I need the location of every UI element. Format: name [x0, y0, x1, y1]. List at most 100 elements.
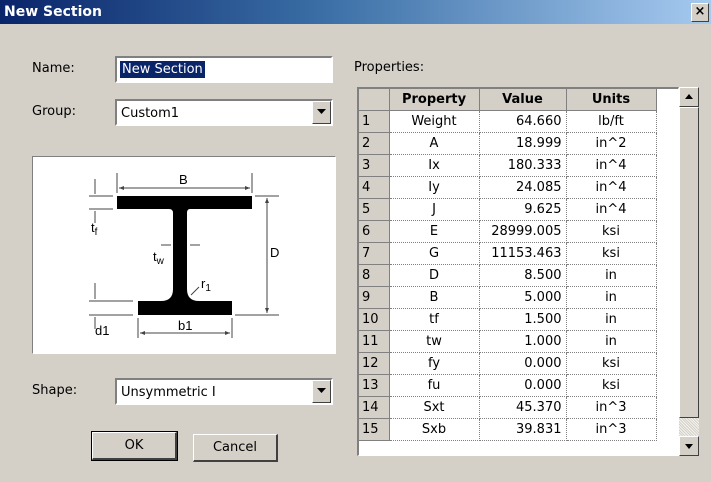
i-section-shape: [117, 196, 252, 315]
property-cell[interactable]: B: [389, 286, 480, 309]
table-row[interactable]: 3 Ix 180.333 in^4: [359, 154, 657, 177]
table-row[interactable]: 4 Iy 24.085 in^4: [359, 176, 657, 199]
units-cell[interactable]: ksi: [566, 352, 657, 375]
ok-button[interactable]: OK: [91, 431, 178, 461]
properties-label: Properties:: [354, 60, 425, 75]
scroll-thumb[interactable]: [679, 107, 699, 418]
row-number: 15: [359, 418, 390, 441]
name-input[interactable]: New Section: [115, 56, 333, 83]
chevron-down-icon: [317, 109, 326, 114]
value-cell[interactable]: 64.660: [479, 110, 567, 133]
units-cell[interactable]: in: [566, 286, 657, 309]
group-label: Group:: [32, 104, 76, 119]
units-cell[interactable]: in^2: [566, 132, 657, 155]
group-dropdown-button[interactable]: [312, 101, 331, 124]
row-number: 10: [359, 308, 390, 331]
value-cell[interactable]: 8.500: [479, 264, 567, 287]
dim-b1-label: b1: [178, 318, 192, 333]
table-row[interactable]: 10 tf 1.500 in: [359, 308, 657, 331]
row-number: 11: [359, 330, 390, 353]
table-row[interactable]: 9 B 5.000 in: [359, 286, 657, 309]
value-cell[interactable]: 5.000: [479, 286, 567, 309]
property-cell[interactable]: A: [389, 132, 480, 155]
table-row[interactable]: 1 Weight 64.660 lb/ft: [359, 110, 657, 133]
row-number: 12: [359, 352, 390, 375]
arrow-up-icon: [685, 94, 693, 99]
value-cell[interactable]: 0.000: [479, 352, 567, 375]
property-cell[interactable]: Ix: [389, 154, 480, 177]
property-cell[interactable]: fu: [389, 374, 480, 397]
property-cell[interactable]: fy: [389, 352, 480, 375]
row-number: 13: [359, 374, 390, 397]
units-cell[interactable]: lb/ft: [566, 110, 657, 133]
property-cell[interactable]: tw: [389, 330, 480, 353]
table-row[interactable]: 12 fy 0.000 ksi: [359, 352, 657, 375]
group-select[interactable]: Custom1: [115, 99, 333, 126]
units-cell[interactable]: in: [566, 308, 657, 331]
name-label: Name:: [32, 61, 75, 76]
scroll-down-button[interactable]: [679, 436, 699, 456]
value-cell[interactable]: 28999.005: [479, 220, 567, 243]
property-cell[interactable]: Sxt: [389, 396, 480, 419]
value-cell[interactable]: 1.000: [479, 330, 567, 353]
value-cell[interactable]: 9.625: [479, 198, 567, 221]
title-bar: New Section ×: [0, 0, 711, 24]
shape-dropdown-button[interactable]: [312, 380, 331, 403]
value-cell[interactable]: 39.831: [479, 418, 567, 441]
units-cell[interactable]: in^4: [566, 198, 657, 221]
value-cell[interactable]: 24.085: [479, 176, 567, 199]
table-row[interactable]: 15 Sxb 39.831 in^3: [359, 418, 657, 441]
dim-tw-label: tw: [153, 249, 165, 267]
value-cell[interactable]: 180.333: [479, 154, 567, 177]
arrow-down-icon: [685, 444, 693, 449]
properties-scrollbar[interactable]: [679, 87, 699, 456]
col-header-units[interactable]: Units: [566, 89, 657, 111]
shape-select[interactable]: Unsymmetric I: [115, 378, 333, 405]
value-cell[interactable]: 1.500: [479, 308, 567, 331]
table-row[interactable]: 5 J 9.625 in^4: [359, 198, 657, 221]
section-diagram: B tf D tw r1 d1 b1: [32, 156, 336, 354]
value-cell[interactable]: 45.370: [479, 396, 567, 419]
dim-b-label: B: [179, 172, 188, 187]
units-cell[interactable]: ksi: [566, 242, 657, 265]
table-row[interactable]: 13 fu 0.000 ksi: [359, 374, 657, 397]
units-cell[interactable]: in^4: [566, 176, 657, 199]
property-cell[interactable]: Weight: [389, 110, 480, 133]
units-cell[interactable]: in: [566, 330, 657, 353]
property-cell[interactable]: G: [389, 242, 480, 265]
units-cell[interactable]: in^3: [566, 396, 657, 419]
units-cell[interactable]: in^4: [566, 154, 657, 177]
value-cell[interactable]: 18.999: [479, 132, 567, 155]
units-cell[interactable]: in^3: [566, 418, 657, 441]
property-cell[interactable]: E: [389, 220, 480, 243]
row-number: 4: [359, 176, 390, 199]
table-row[interactable]: 14 Sxt 45.370 in^3: [359, 396, 657, 419]
col-header-property[interactable]: Property: [389, 89, 480, 111]
scroll-up-button[interactable]: [679, 87, 699, 107]
units-cell[interactable]: ksi: [566, 220, 657, 243]
table-row[interactable]: 7 G 11153.463 ksi: [359, 242, 657, 265]
table-row[interactable]: 11 tw 1.000 in: [359, 330, 657, 353]
units-cell[interactable]: ksi: [566, 374, 657, 397]
row-number: 1: [359, 110, 390, 133]
table-row[interactable]: 8 D 8.500 in: [359, 264, 657, 287]
cancel-button[interactable]: Cancel: [193, 434, 278, 462]
property-cell[interactable]: Sxb: [389, 418, 480, 441]
row-number: 9: [359, 286, 390, 309]
row-number: 3: [359, 154, 390, 177]
property-cell[interactable]: J: [389, 198, 480, 221]
row-number: 8: [359, 264, 390, 287]
col-header-value[interactable]: Value: [479, 89, 567, 111]
units-cell[interactable]: in: [566, 264, 657, 287]
value-cell[interactable]: 11153.463: [479, 242, 567, 265]
dim-d1-label: d1: [95, 323, 109, 338]
value-cell[interactable]: 0.000: [479, 374, 567, 397]
property-cell[interactable]: D: [389, 264, 480, 287]
table-row[interactable]: 2 A 18.999 in^2: [359, 132, 657, 155]
properties-grid[interactable]: Property Value Units 1 Weight 64.660 lb/ft …: [357, 87, 679, 456]
close-button[interactable]: ×: [691, 3, 709, 22]
table-row[interactable]: 6 E 28999.005 ksi: [359, 220, 657, 243]
property-cell[interactable]: Iy: [389, 176, 480, 199]
row-number: 7: [359, 242, 390, 265]
property-cell[interactable]: tf: [389, 308, 480, 331]
